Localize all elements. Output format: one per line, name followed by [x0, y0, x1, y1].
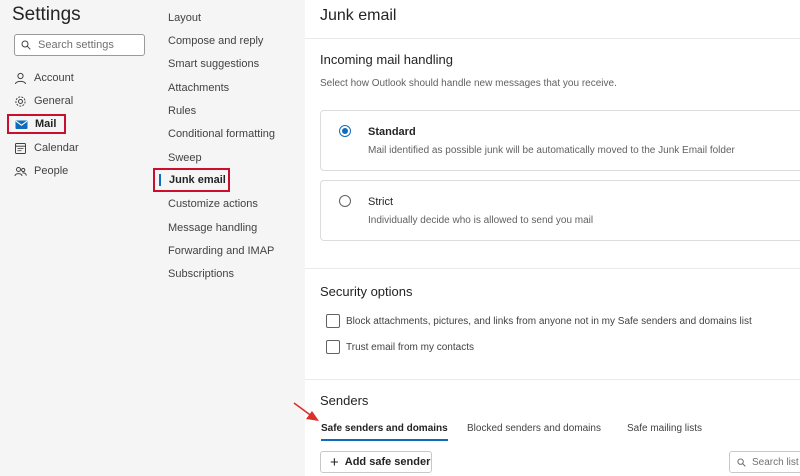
person-icon	[15, 72, 26, 84]
plus-icon: +	[330, 453, 339, 471]
standard-radio[interactable]	[339, 125, 351, 137]
category-account[interactable]: Account	[14, 69, 74, 87]
category-label: Mail	[35, 118, 57, 130]
gear-icon	[15, 95, 26, 107]
menu-item-rules[interactable]: Rules	[168, 103, 196, 119]
mail-settings-menu: Layout Compose and reply Smart suggestio…	[153, 0, 305, 476]
menu-item-customize-actions[interactable]: Customize actions	[168, 196, 258, 212]
menu-item-compose-and-reply[interactable]: Compose and reply	[168, 33, 263, 49]
calendar-icon	[15, 142, 26, 154]
senders-heading: Senders	[320, 393, 369, 408]
strict-description: Individually decide who is allowed to se…	[368, 215, 594, 226]
add-safe-sender-button[interactable]: + Add safe sender	[320, 451, 432, 473]
settings-categories-pane: Settings Account General Mail Calendar P…	[0, 0, 153, 476]
divider	[305, 268, 800, 269]
category-label: General	[34, 95, 74, 107]
tab-safe-mailing-lists[interactable]: Safe mailing lists	[627, 423, 702, 441]
incoming-mail-description: Select how Outlook should handle new mes…	[320, 78, 617, 89]
option-strict[interactable]: Strict Individually decide who is allowe…	[320, 180, 800, 241]
divider	[305, 38, 800, 39]
category-people[interactable]: People	[14, 162, 68, 180]
tab-blocked-senders-and-domains[interactable]: Blocked senders and domains	[467, 423, 601, 441]
category-label: Account	[34, 72, 74, 84]
trust-contacts-checkbox[interactable]	[326, 340, 340, 354]
category-label: Calendar	[34, 142, 79, 154]
search-icon	[21, 40, 31, 50]
menu-item-layout[interactable]: Layout	[168, 10, 201, 26]
standard-description: Mail identified as possible junk will be…	[368, 145, 735, 156]
search-list-box[interactable]: Search list	[729, 451, 800, 473]
category-mail[interactable]: Mail	[7, 114, 67, 134]
trust-contacts-label: Trust email from my contacts	[346, 342, 474, 353]
tab-safe-senders-and-domains[interactable]: Safe senders and domains	[321, 423, 448, 441]
category-calendar[interactable]: Calendar	[14, 139, 79, 157]
security-options-heading: Security options	[320, 284, 413, 299]
search-settings-input[interactable]	[38, 39, 138, 51]
menu-item-subscriptions[interactable]: Subscriptions	[168, 266, 234, 282]
search-list-placeholder: Search list	[752, 456, 799, 468]
category-label: People	[34, 165, 69, 177]
add-safe-sender-label: Add safe sender	[344, 456, 431, 468]
search-settings-box[interactable]	[14, 34, 145, 56]
block-attachments-checkbox[interactable]	[326, 314, 340, 328]
category-general[interactable]: General	[14, 92, 73, 110]
page-title: Junk email	[320, 7, 397, 24]
block-attachments-label: Block attachments, pictures, and links f…	[346, 316, 752, 327]
menu-item-junk-email[interactable]: Junk email	[153, 168, 230, 192]
strict-radio[interactable]	[339, 195, 351, 207]
menu-item-sweep[interactable]: Sweep	[168, 150, 202, 166]
mail-icon	[15, 120, 28, 129]
search-icon	[737, 457, 746, 467]
settings-title: Settings	[12, 4, 81, 25]
menu-item-smart-suggestions[interactable]: Smart suggestions	[168, 56, 259, 72]
incoming-mail-heading: Incoming mail handling	[320, 52, 453, 67]
selected-indicator	[159, 174, 161, 186]
option-standard[interactable]: Standard Mail identified as possible jun…	[320, 110, 800, 171]
people-icon	[14, 166, 27, 176]
menu-item-attachments[interactable]: Attachments	[168, 80, 229, 96]
menu-item-conditional-formatting[interactable]: Conditional formatting	[168, 126, 275, 142]
junk-email-settings: Junk email Incoming mail handling Select…	[305, 0, 800, 476]
divider	[305, 379, 800, 380]
menu-item-label: Junk email	[169, 174, 226, 186]
menu-item-forwarding-and-imap[interactable]: Forwarding and IMAP	[168, 243, 274, 259]
strict-label: Strict	[368, 196, 394, 208]
menu-item-message-handling[interactable]: Message handling	[168, 220, 257, 236]
standard-label: Standard	[368, 126, 416, 138]
